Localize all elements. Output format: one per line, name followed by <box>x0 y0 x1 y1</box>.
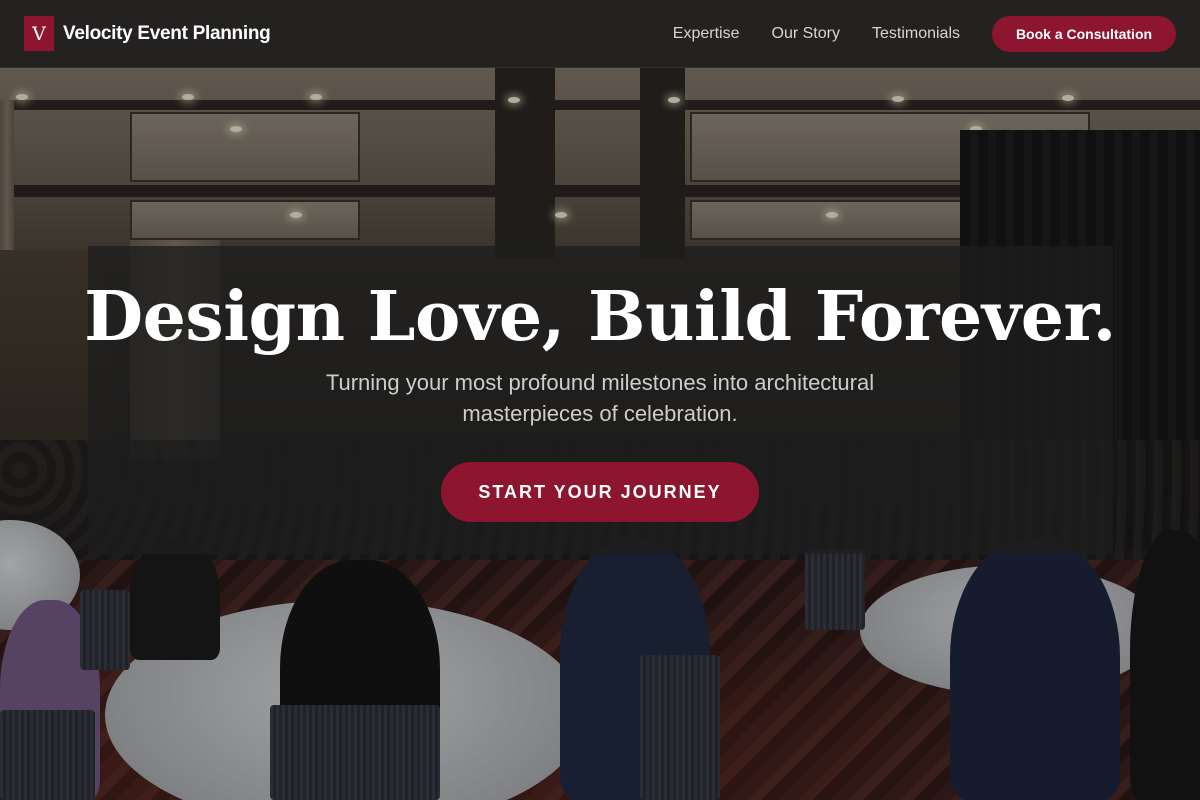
brand-name: Velocity Event Planning <box>63 22 271 44</box>
nav-link-expertise[interactable]: Expertise <box>673 25 740 43</box>
book-consultation-button[interactable]: Book a Consultation <box>992 15 1176 52</box>
hero-subheadline: Turning your most profound milestones in… <box>325 370 875 426</box>
start-journey-button[interactable]: START YOUR JOURNEY <box>441 462 759 522</box>
top-navbar: V Velocity Event Planning Expertise Our … <box>0 0 1200 68</box>
brand-logo-link[interactable]: V Velocity Event Planning <box>24 16 271 51</box>
hero-headline: Design Love, Build Forever. <box>84 277 1116 357</box>
nav-link-our-story[interactable]: Our Story <box>772 25 840 43</box>
nav-link-testimonials[interactable]: Testimonials <box>872 25 960 43</box>
nav-links: Expertise Our Story Testimonials <box>673 25 960 43</box>
brand-mark-icon: V <box>24 16 54 51</box>
